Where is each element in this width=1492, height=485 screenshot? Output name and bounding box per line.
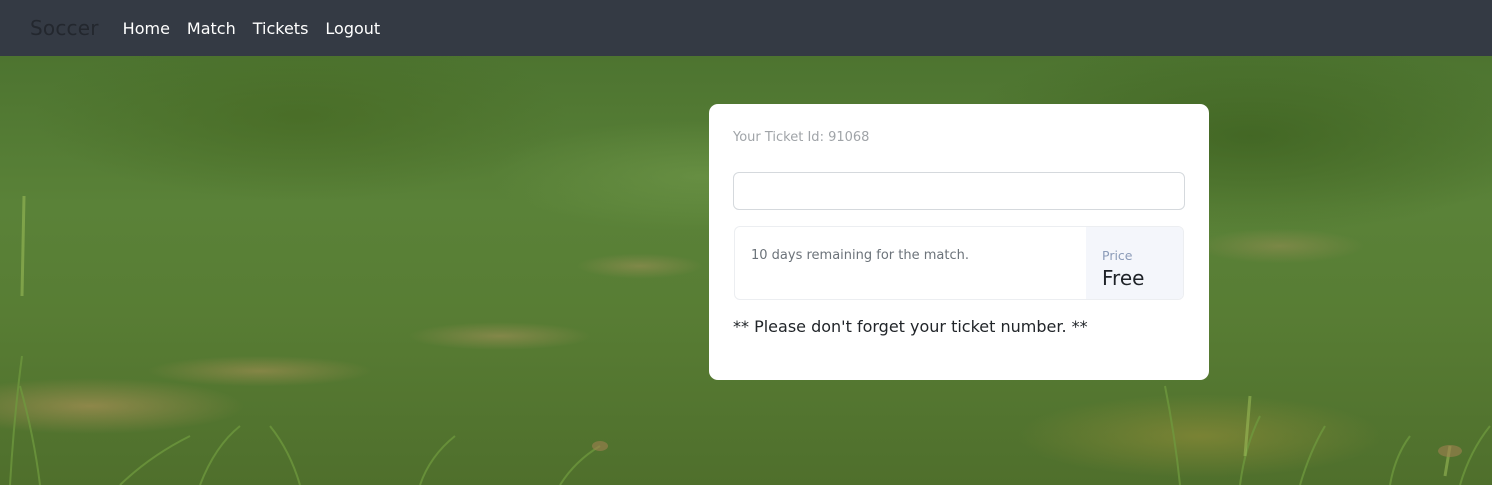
ticket-reminder-text: ** Please don't forget your ticket numbe… [733,317,1088,336]
ticket-card: Your Ticket Id: 91068 10 days remaining … [709,104,1209,380]
nav-link-home[interactable]: Home [123,19,170,38]
match-info-box: 10 days remaining for the match. Price F… [734,226,1184,300]
nav-link-logout[interactable]: Logout [325,19,380,38]
price-value: Free [1102,266,1145,290]
ticket-input[interactable] [733,172,1185,210]
nav-link-match[interactable]: Match [187,19,236,38]
brand-link[interactable]: Soccer [30,16,99,40]
price-label: Price [1102,248,1133,263]
ticket-id-label: Your Ticket Id: 91068 [733,130,870,145]
top-navbar: Soccer Home Match Tickets Logout [0,0,1492,56]
price-panel: Price Free [1086,227,1183,299]
days-remaining-text: 10 days remaining for the match. [751,248,969,263]
nav-link-tickets[interactable]: Tickets [253,19,309,38]
